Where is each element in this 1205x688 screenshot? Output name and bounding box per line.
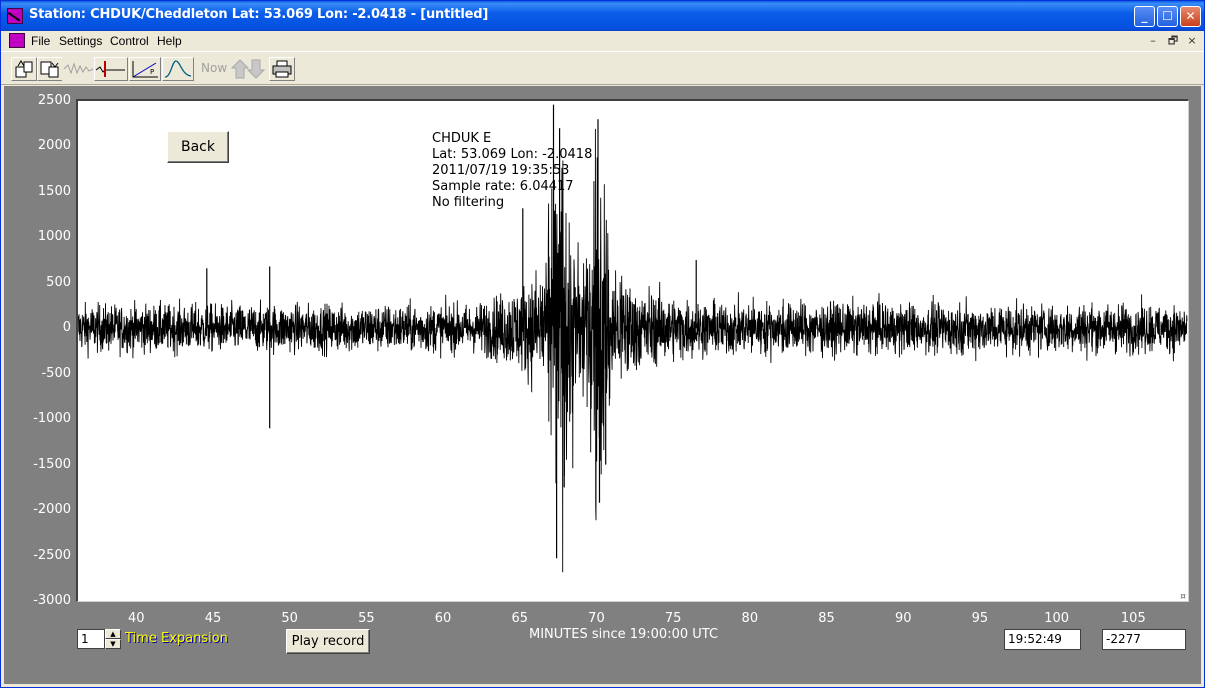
title-bar[interactable]: Station: CHDUK/Cheddleton Lat: 53.069 Lo…: [1, 1, 1204, 31]
line-p-button[interactable]: P: [129, 57, 161, 81]
corner-mark: ¤: [1180, 592, 1186, 602]
x-tick-label: 75: [664, 611, 682, 626]
close-button[interactable]: ✕: [1180, 6, 1201, 27]
x-tick-label: 80: [741, 611, 759, 626]
menu-file[interactable]: File: [31, 34, 50, 48]
waveform-button[interactable]: [62, 57, 94, 81]
menu-bar: File Settings Control Help – 🗗 ×: [1, 31, 1204, 51]
plot-area[interactable]: Back CHDUK E Lat: 53.069 Lon: -2.0418 20…: [76, 99, 1189, 602]
up-down-arrows-icon: [230, 59, 266, 79]
time-readout: 19:52:49: [1004, 629, 1081, 650]
mdi-minimize-button[interactable]: –: [1145, 34, 1161, 48]
close-icon: ✕: [1185, 9, 1196, 23]
info-sample-rate: Sample rate: 6.04417: [432, 179, 574, 194]
minimize-icon: _: [1141, 9, 1148, 23]
x-tick-label: 55: [358, 611, 375, 626]
open-file-icon: [15, 60, 33, 78]
info-channel: CHDUK E: [432, 131, 492, 146]
seismogram-trace-chart: [78, 104, 1188, 573]
app-window: Station: CHDUK/Cheddleton Lat: 53.069 Lo…: [0, 0, 1205, 688]
x-tick-label: 85: [818, 611, 835, 626]
info-filtering: No filtering: [432, 195, 505, 210]
x-tick-label: 40: [128, 611, 145, 626]
maximize-icon: ☐: [1162, 9, 1173, 23]
save-file-icon: [40, 61, 59, 78]
expansion-up-button[interactable]: ▲: [105, 629, 121, 639]
y-tick-label: -3000: [33, 593, 71, 608]
now-button[interactable]: Now: [197, 57, 229, 81]
time-expansion-input[interactable]: 1: [77, 629, 105, 649]
x-tick-label: 60: [434, 611, 452, 626]
x-tick-label: 45: [204, 611, 222, 626]
menu-control[interactable]: Control: [110, 34, 149, 48]
spin-up-icon: ▲: [110, 630, 116, 638]
save-file-button[interactable]: [37, 57, 63, 81]
y-tick-label: -2000: [33, 502, 71, 518]
value-readout: -2277: [1102, 629, 1186, 650]
x-tick-label: 105: [1120, 611, 1146, 626]
y-tick-label: -1500: [33, 456, 71, 472]
station-info: CHDUK E Lat: 53.069 Lon: -2.0418 2011/07…: [432, 131, 592, 211]
maximize-button[interactable]: ☐: [1157, 6, 1178, 27]
y-tick-label: -1000: [33, 411, 71, 427]
print-button[interactable]: [269, 57, 295, 81]
toolbar: P Now: [1, 51, 1204, 85]
x-tick-label: 90: [894, 611, 912, 626]
seismogram-trace-line: [78, 128, 1188, 573]
spectrum-button[interactable]: [162, 57, 194, 81]
seismogram-view: Back CHDUK E Lat: 53.069 Lon: -2.0418 20…: [4, 86, 1201, 684]
x-tick-label: 65: [511, 611, 529, 626]
spin-down-icon: ▼: [110, 640, 116, 648]
line-p-icon: P: [132, 61, 158, 78]
time-expansion-label: Time Expansion: [125, 631, 228, 646]
pick-marker-icon: [95, 61, 125, 77]
x-tick-label: 100: [1044, 611, 1070, 626]
mdi-close-button[interactable]: ×: [1184, 34, 1200, 48]
info-coordinates: Lat: 53.069 Lon: -2.0418: [432, 147, 593, 162]
y-tick-label: 2000: [37, 138, 71, 154]
menu-help[interactable]: Help: [157, 34, 182, 48]
info-datetime: 2011/07/19 19:35:53: [432, 163, 570, 178]
app-icon: [7, 8, 23, 24]
open-file-button[interactable]: [11, 57, 37, 81]
play-record-button[interactable]: Play record: [286, 629, 370, 654]
expansion-down-button[interactable]: ▼: [105, 639, 121, 649]
document-icon[interactable]: [9, 33, 25, 48]
x-axis-label: MINUTES since 19:00:00 UTC: [529, 627, 719, 642]
now-label: Now: [201, 61, 228, 75]
y-tick-label: -500: [41, 365, 71, 381]
printer-icon: [272, 60, 292, 78]
mdi-restore-button[interactable]: 🗗: [1165, 34, 1181, 48]
scroll-arrows-button[interactable]: [229, 57, 267, 81]
x-tick-label: 50: [281, 611, 298, 626]
menu-settings[interactable]: Settings: [59, 34, 102, 48]
x-tick-label: 95: [971, 611, 989, 626]
svg-text:P: P: [150, 68, 154, 76]
waveform-icon: [63, 62, 94, 75]
spectrum-icon: [164, 60, 192, 78]
pick-marker-button[interactable]: [94, 57, 128, 81]
back-button[interactable]: Back: [167, 131, 229, 163]
y-tick-label: 0: [62, 320, 71, 336]
y-tick-label: 2500: [37, 93, 71, 108]
window-title: Station: CHDUK/Cheddleton Lat: 53.069 Lo…: [29, 7, 489, 22]
minimize-button[interactable]: _: [1134, 6, 1155, 27]
y-tick-label: 1500: [37, 183, 71, 199]
status-bar: [1, 685, 1204, 687]
y-tick-label: 500: [46, 274, 71, 290]
x-tick-label: 70: [588, 611, 605, 626]
y-tick-label: -2500: [33, 547, 71, 563]
y-tick-label: 1000: [37, 229, 71, 245]
